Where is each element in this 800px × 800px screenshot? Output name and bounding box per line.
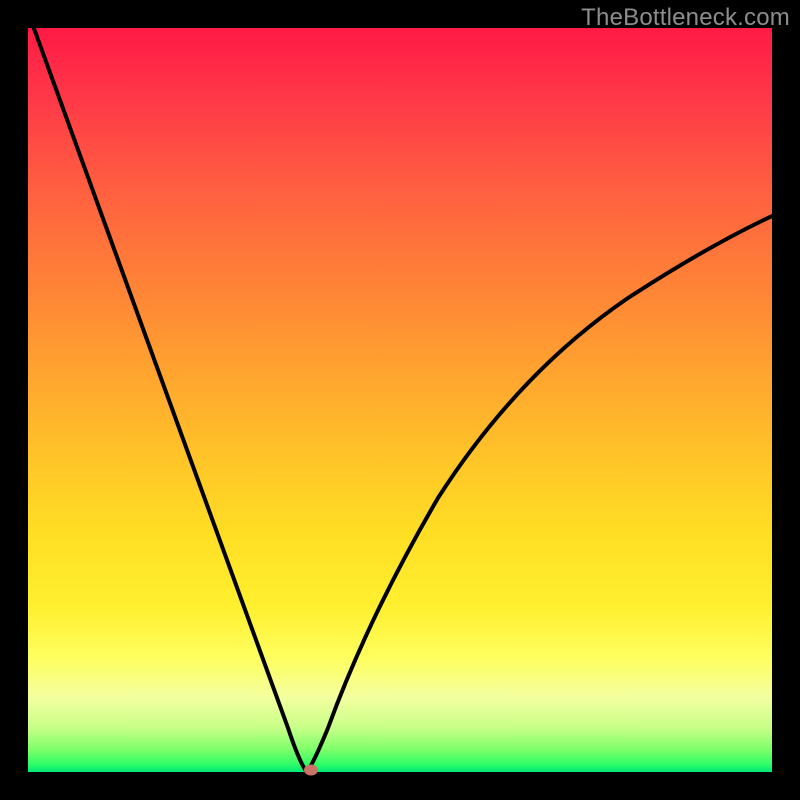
watermark-text: TheBottleneck.com (581, 4, 790, 32)
curve-right-branch (307, 216, 772, 772)
chart-frame: TheBottleneck.com (0, 0, 800, 800)
bottleneck-marker (304, 765, 318, 776)
curve-left-branch (28, 28, 307, 772)
bottleneck-curve (28, 28, 772, 772)
chart-plot-area (28, 28, 772, 772)
